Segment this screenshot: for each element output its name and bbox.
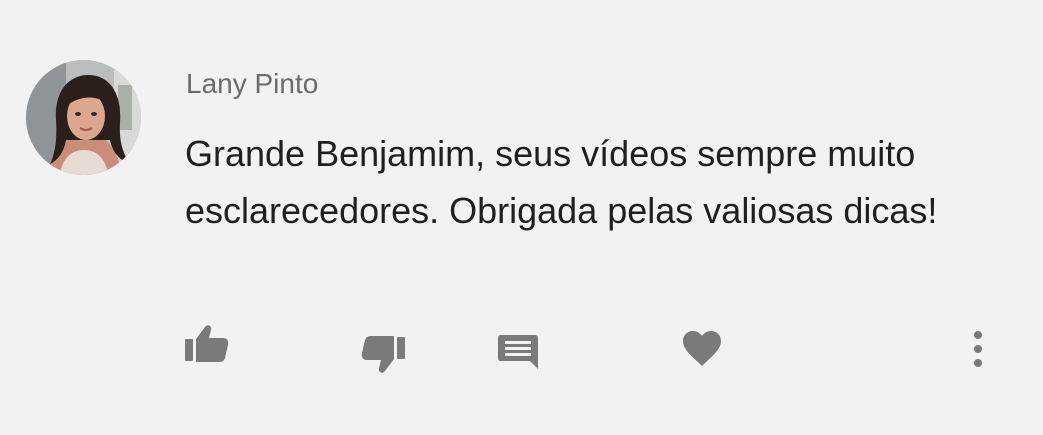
avatar[interactable] — [26, 60, 141, 175]
heart-icon — [683, 331, 721, 366]
more-vertical-icon — [974, 331, 982, 367]
dislike-button[interactable] — [357, 330, 411, 380]
comment-text: Grande Benjamim, seus vídeos sempre muit… — [185, 133, 938, 231]
comment-item: Lany Pinto Grande Benjamim, seus vídeos … — [0, 0, 1043, 435]
heart-button[interactable] — [677, 324, 727, 374]
like-button[interactable] — [181, 318, 231, 368]
reply-button[interactable] — [492, 326, 544, 376]
comment-author[interactable]: Lany Pinto — [186, 66, 318, 102]
thumbs-down-icon — [361, 336, 405, 373]
comment-icon — [498, 335, 538, 369]
more-options-button[interactable] — [958, 324, 998, 374]
thumbs-up-icon — [185, 325, 229, 362]
avatar-photo — [26, 60, 141, 175]
